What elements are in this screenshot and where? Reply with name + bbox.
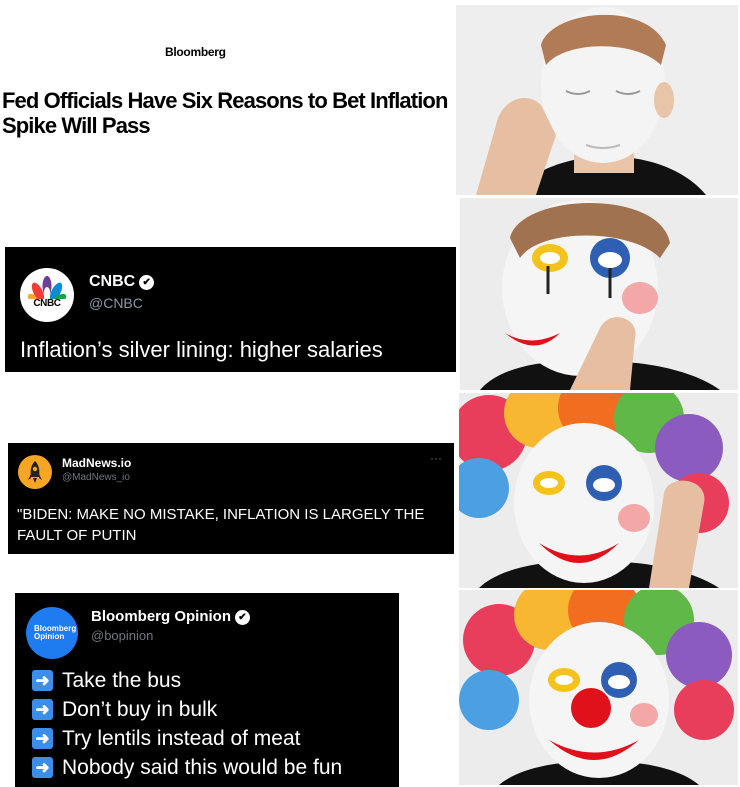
right-arrow-icon: ➜ xyxy=(32,728,53,749)
clown-stage-1-image xyxy=(456,5,738,195)
cnbc-peacock-logo-icon: CNBC xyxy=(20,268,74,322)
bloomberg-opinion-name-label: Bloomberg Opinion xyxy=(91,608,231,625)
list-item-text: Take the bus xyxy=(62,668,182,692)
madnews-tweet: MadNews.io @MadNews_io ··· "BIDEN: MAKE … xyxy=(8,443,454,554)
bloomberg-brand: Bloomberg xyxy=(165,45,226,59)
madnews-handle[interactable]: @MadNews_io xyxy=(62,472,130,483)
clown-stage-2-image xyxy=(460,198,738,390)
cnbc-tweet: CNBC CNBC ✔ @CNBC Inflation’s silver lini… xyxy=(5,247,456,372)
more-options-icon[interactable]: ··· xyxy=(430,451,442,465)
list-item: ➜ Take the bus xyxy=(32,666,342,695)
madnews-account-name[interactable]: MadNews.io xyxy=(62,456,131,470)
clown-stage-3-image xyxy=(459,393,738,588)
right-arrow-icon: ➜ xyxy=(32,699,53,720)
list-item-text: Try lentils instead of meat xyxy=(62,726,301,750)
list-item: ➜ Try lentils instead of meat xyxy=(32,724,342,753)
bloomberg-opinion-account-name[interactable]: Bloomberg Opinion ✔ xyxy=(91,608,250,625)
list-item-text: Nobody said this would be fun xyxy=(62,755,343,779)
clown-stage-4-image xyxy=(459,590,738,785)
madnews-rocket-logo-icon xyxy=(18,455,52,489)
bloomberg-opinion-handle[interactable]: @bopinion xyxy=(91,628,153,643)
list-item: ➜ Nobody said this would be fun xyxy=(32,753,342,782)
advice-list: ➜ Take the bus ➜ Don’t buy in bulk ➜ Try le… xyxy=(32,666,342,782)
bloomberg-opinion-logo-icon: Bloomberg Opinion xyxy=(26,607,78,659)
verified-check-icon: ✔ xyxy=(139,275,155,290)
bloomberg-opinion-logo-text: Bloomberg Opinion xyxy=(34,624,77,641)
madnews-tweet-text: "BIDEN: MAKE NO MISTAKE, INFLATION IS LA… xyxy=(17,506,425,544)
list-item-text: Don’t buy in bulk xyxy=(62,697,218,721)
cnbc-logo-text: CNBC xyxy=(33,298,61,309)
cnbc-handle[interactable]: @CNBC xyxy=(89,295,143,311)
cnbc-account-name[interactable]: CNBC ✔ xyxy=(89,273,155,291)
cnbc-tweet-text: Inflation’s silver lining: higher salari… xyxy=(20,337,383,362)
verified-check-icon: ✔ xyxy=(235,610,250,625)
right-arrow-icon: ➜ xyxy=(32,670,53,691)
right-arrow-icon: ➜ xyxy=(32,757,53,778)
bloomberg-opinion-tweet: Bloomberg Opinion Bloomberg Opinion ✔ @bo… xyxy=(15,593,399,787)
list-item: ➜ Don’t buy in bulk xyxy=(32,695,342,724)
cnbc-name-label: CNBC xyxy=(89,273,136,290)
bloomberg-headline-text: Fed Officials Have Six Reasons to Bet In… xyxy=(2,88,448,138)
